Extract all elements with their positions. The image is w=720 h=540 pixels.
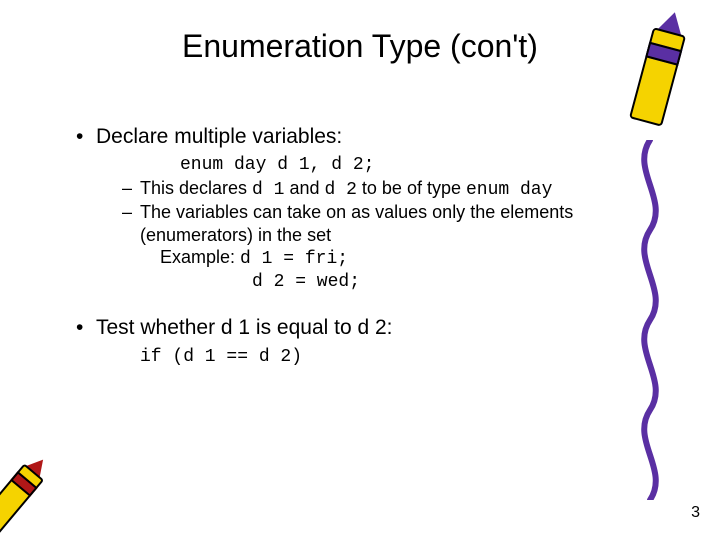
bullet-icon: • — [76, 124, 96, 150]
crayon-icon — [0, 442, 98, 540]
dash-icon: – — [122, 177, 140, 200]
code-inline: d 2 — [325, 180, 357, 200]
bullet-text: Declare multiple variables: — [96, 125, 342, 148]
text: and — [284, 178, 324, 198]
sub-bullet-item: –The variables can take on as values onl… — [140, 201, 640, 246]
slide-title: Enumeration Type (con't) — [0, 28, 720, 65]
sub-bullet-item: –This declares d 1 and d 2 to be of type… — [140, 177, 640, 202]
bullet-text: Test whether d 1 is equal to d 2: — [96, 316, 393, 339]
code-line: if (d 1 == d 2) — [140, 346, 640, 369]
example-label: Example: — [160, 247, 240, 267]
text: This declares — [140, 178, 252, 198]
code-inline: d 1 = fri; — [240, 249, 348, 269]
example-line: Example: d 1 = fri; — [160, 246, 640, 271]
text: The variables can take on as values only… — [140, 202, 573, 245]
slide: Enumeration Type (con't) •Declare multip… — [0, 0, 720, 540]
dash-icon: – — [122, 201, 140, 224]
text: to be of type — [357, 178, 466, 198]
code-inline: d 1 — [252, 180, 284, 200]
slide-body: •Declare multiple variables: enum day d … — [80, 110, 640, 368]
code-inline: enum day — [466, 180, 552, 200]
code-line: d 2 = wed; — [252, 271, 640, 294]
bullet-item: •Declare multiple variables: — [80, 124, 640, 150]
bullet-icon: • — [76, 315, 96, 341]
code-line: enum day d 1, d 2; — [180, 154, 640, 177]
page-number: 3 — [691, 504, 700, 522]
bullet-item: •Test whether d 1 is equal to d 2: — [80, 315, 640, 341]
